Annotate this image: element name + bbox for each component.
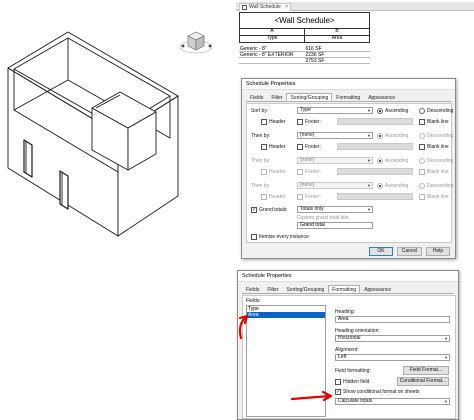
arrow-to-calculate-totals [290, 394, 332, 401]
annotation-arrows [238, 314, 333, 402]
